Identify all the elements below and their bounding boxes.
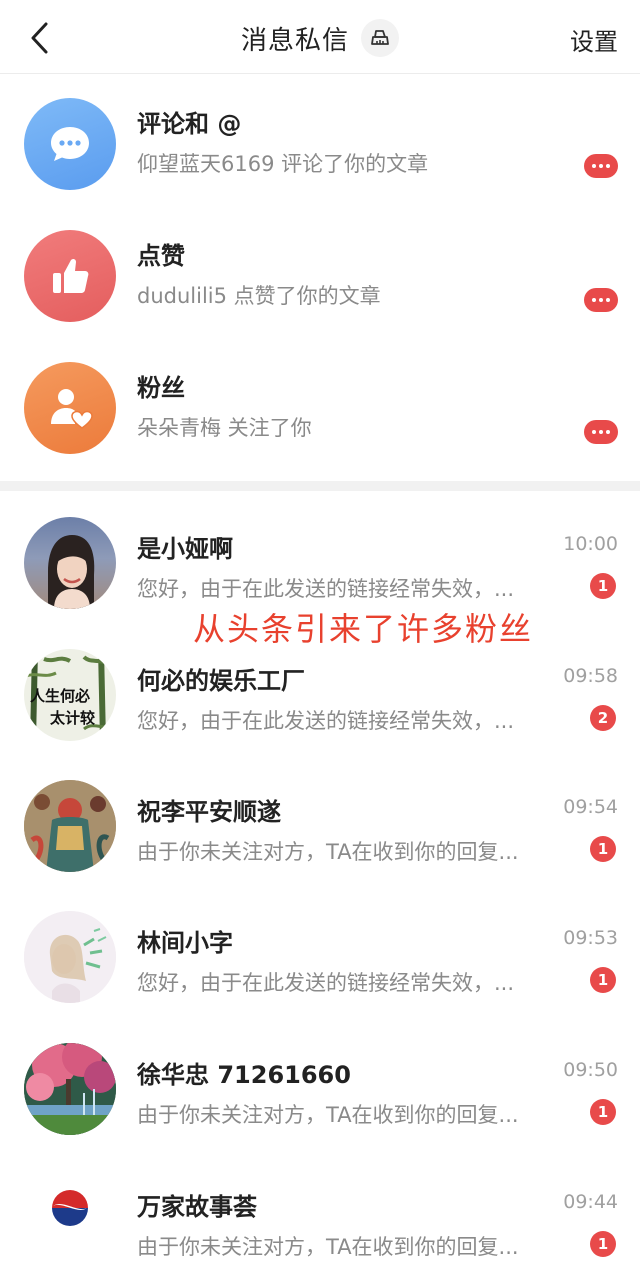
chat-name: 祝李平安顺遂 xyxy=(137,798,281,826)
notification-subtitle: dudulili5 点赞了你的文章 xyxy=(137,284,381,308)
section-divider xyxy=(0,481,640,491)
avatar-calligraphy: 太计较 xyxy=(50,709,96,727)
more-badge xyxy=(584,420,618,444)
notification-row-likes[interactable]: 点赞 dudulili5 点赞了你的文章 xyxy=(0,206,640,338)
chat-preview: 您好，由于在此发送的链接经常失效，... xyxy=(137,971,515,995)
avatar-calligraphy: 人生何必 xyxy=(30,687,91,705)
chat-name: 徐华忠 71261660 xyxy=(137,1061,351,1089)
page-title: 消息私信 xyxy=(240,25,349,56)
notification-title: 粉丝 xyxy=(137,374,185,402)
avatar: 人生何必 太计较 xyxy=(24,649,116,741)
thumbs-up-icon xyxy=(24,230,116,322)
chat-preview: 您好，由于在此发送的链接经常失效，... xyxy=(137,709,515,733)
chat-time: 09:53 xyxy=(563,927,618,949)
chat-time: 09:44 xyxy=(563,1191,618,1213)
notification-row-comments[interactable]: 评论和 @ 仰望蓝天6169 评论了你的文章 xyxy=(0,74,640,206)
chat-name: 何必的娱乐工厂 xyxy=(137,667,305,695)
chat-time: 10:00 xyxy=(563,533,618,555)
chat-time: 09:50 xyxy=(563,1059,618,1081)
unread-badge: 2 xyxy=(590,705,616,731)
avatar xyxy=(24,517,116,609)
avatar xyxy=(24,780,116,872)
unread-badge: 1 xyxy=(590,573,616,599)
unread-badge: 1 xyxy=(590,967,616,993)
unread-badge: 1 xyxy=(590,836,616,862)
avatar xyxy=(24,1175,116,1267)
chat-row[interactable]: 林间小字 09:53 您好，由于在此发送的链接经常失效，... 1 xyxy=(0,911,640,1042)
chat-preview: 您好，由于在此发送的链接经常失效，... xyxy=(137,577,515,601)
notification-subtitle: 仰望蓝天6169 评论了你的文章 xyxy=(137,152,429,176)
chat-row[interactable]: 徐华忠 71261660 09:50 由于你未关注对方，TA在收到你的回复...… xyxy=(0,1043,640,1174)
chat-time: 09:54 xyxy=(563,796,618,818)
notification-subtitle: 朵朵青梅 关注了你 xyxy=(137,416,312,440)
chat-name: 林间小字 xyxy=(137,929,233,957)
chat-preview: 由于你未关注对方，TA在收到你的回复... xyxy=(137,840,519,864)
clear-unread-button[interactable] xyxy=(361,19,399,57)
notification-row-followers[interactable]: 粉丝 朵朵青梅 关注了你 xyxy=(0,338,640,470)
more-badge xyxy=(584,288,618,312)
chat-name: 万家故事荟 xyxy=(137,1193,257,1221)
more-badge xyxy=(584,154,618,178)
follower-heart-icon xyxy=(24,362,116,454)
top-nav-bar: 消息私信 设置 xyxy=(0,0,640,74)
chat-bubble-icon xyxy=(24,98,116,190)
avatar xyxy=(24,911,116,1003)
avatar xyxy=(24,1043,116,1135)
chat-time: 09:58 xyxy=(563,665,618,687)
broom-icon xyxy=(371,30,389,45)
overlay-caption: 从头条引来了许多粉丝 xyxy=(193,610,534,648)
notification-title: 评论和 @ xyxy=(137,110,242,138)
chat-row[interactable]: 祝李平安顺遂 09:54 由于你未关注对方，TA在收到你的回复... 1 xyxy=(0,780,640,911)
settings-button[interactable]: 设置 xyxy=(570,22,618,57)
chat-row[interactable]: 万家故事荟 09:44 由于你未关注对方，TA在收到你的回复... 1 xyxy=(0,1175,640,1278)
chat-preview: 由于你未关注对方，TA在收到你的回复... xyxy=(137,1235,519,1259)
unread-badge: 1 xyxy=(590,1231,616,1257)
unread-badge: 1 xyxy=(590,1099,616,1125)
chat-name: 是小娅啊 xyxy=(137,535,233,563)
chat-row[interactable]: 人生何必 太计较 何必的娱乐工厂 09:58 您好，由于在此发送的链接经常失效，… xyxy=(0,649,640,780)
notification-title: 点赞 xyxy=(137,242,185,270)
chat-preview: 由于你未关注对方，TA在收到你的回复... xyxy=(137,1103,519,1127)
